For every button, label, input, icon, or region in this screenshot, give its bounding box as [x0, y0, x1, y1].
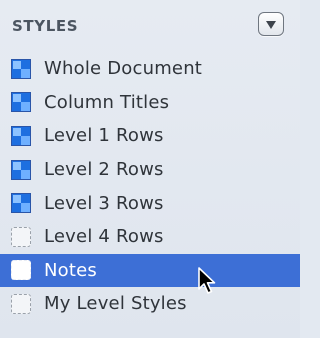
style-item-whole-document[interactable]: Whole Document: [0, 52, 300, 86]
triangle-down-icon: [266, 21, 276, 29]
style-item-my-level-styles[interactable]: My Level Styles: [0, 287, 300, 321]
filled-style-icon: [11, 58, 31, 79]
style-item-label: My Level Styles: [44, 293, 187, 315]
styles-panel: STYLES Whole Document Column Titles Leve…: [0, 0, 300, 338]
style-item-level-1-rows[interactable]: Level 1 Rows: [0, 119, 300, 153]
style-item-label: Whole Document: [44, 58, 203, 80]
style-item-level-4-rows[interactable]: Level 4 Rows: [0, 220, 300, 254]
style-item-label: Column Titles: [44, 91, 170, 113]
styles-header: STYLES: [0, 0, 300, 52]
empty-style-icon: [11, 260, 31, 281]
filled-style-icon: [11, 92, 31, 113]
style-item-column-titles[interactable]: Column Titles: [0, 86, 300, 120]
style-item-level-3-rows[interactable]: Level 3 Rows: [0, 186, 300, 220]
filled-style-icon: [11, 193, 31, 214]
arrow-cursor-icon: [198, 267, 216, 294]
style-item-notes[interactable]: Notes: [0, 253, 300, 288]
styles-list: Whole Document Column Titles Level 1 Row…: [0, 52, 300, 321]
style-item-label: Level 1 Rows: [44, 125, 164, 147]
style-item-label: Level 4 Rows: [44, 226, 164, 248]
style-item-label: Notes: [44, 259, 97, 281]
styles-title: STYLES: [12, 17, 79, 35]
style-item-label: Level 2 Rows: [44, 159, 164, 181]
filled-style-icon: [11, 125, 31, 146]
style-item-label: Level 3 Rows: [44, 192, 164, 214]
empty-style-icon: [11, 226, 31, 247]
style-item-level-2-rows[interactable]: Level 2 Rows: [0, 153, 300, 187]
empty-style-icon: [11, 293, 31, 314]
styles-menu-button[interactable]: [258, 12, 284, 36]
filled-style-icon: [11, 159, 31, 180]
